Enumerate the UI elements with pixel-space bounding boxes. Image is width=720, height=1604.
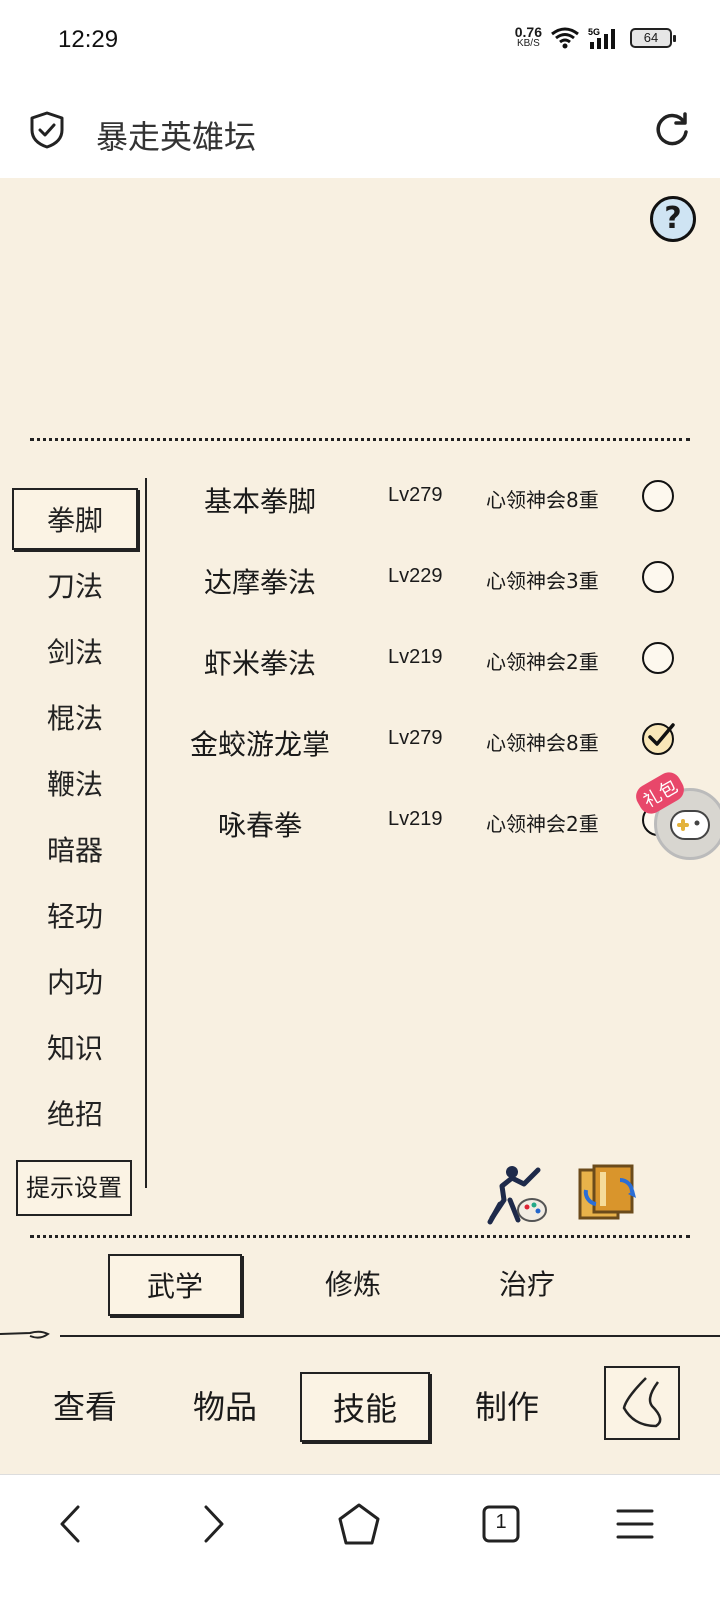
browser-header: 暴走英雄坛: [0, 82, 720, 178]
nav-items[interactable]: 物品: [160, 1372, 290, 1442]
game-back-button[interactable]: [604, 1366, 680, 1440]
tabs-button[interactable]: 1: [476, 1499, 526, 1549]
nav-craft[interactable]: 制作: [442, 1372, 572, 1442]
category-tab-neigong[interactable]: 内功: [12, 952, 138, 1014]
skill-level: Lv219: [388, 646, 443, 668]
battery-indicator: 64: [630, 28, 676, 48]
nav-skills[interactable]: 技能: [300, 1372, 430, 1442]
skill-level: Lv279: [388, 484, 443, 506]
tip-settings-button[interactable]: 提示设置: [16, 1160, 132, 1216]
skill-rank: 心领神会8重: [486, 488, 599, 512]
category-tab-zhishi[interactable]: 知识: [12, 1018, 138, 1080]
brush-back-icon: [622, 1377, 662, 1428]
sidebar-divider: [145, 478, 147, 1188]
home-icon[interactable]: [334, 1499, 384, 1549]
shield-check-icon: [30, 111, 64, 149]
subtab-xiulian[interactable]: 修炼: [286, 1254, 420, 1316]
clock: 12:29: [58, 26, 119, 53]
tab-count: 1: [495, 1511, 507, 1533]
book-exchange-icon[interactable]: [576, 1160, 640, 1222]
skill-name: 达摩拳法: [203, 566, 316, 599]
network-speed-value: 0.76: [514, 24, 542, 40]
category-tab-quanjiao[interactable]: 拳脚: [12, 488, 138, 550]
game-panel: ? 拳脚 刀法 剑法 棍法 鞭法 暗器 轻功 内功 知识 绝招 提示设置 基本拳…: [0, 178, 720, 1374]
back-icon[interactable]: [46, 1499, 96, 1549]
category-tab-anqi[interactable]: 暗器: [12, 820, 138, 882]
status-icons: 0.76 KB/S 5G 64: [514, 24, 676, 50]
skill-name: 咏春拳: [217, 809, 302, 842]
skill-row[interactable]: 咏春拳 Lv219 心领神会2重: [160, 792, 700, 852]
game-bottom-nav: 查看 物品 技能 制作: [0, 1344, 720, 1474]
skill-rank: 心领神会3重: [486, 569, 599, 593]
skill-select-radio-checked[interactable]: [642, 723, 675, 755]
browser-nav-bar: 1: [0, 1474, 720, 1604]
category-tab-qinggong[interactable]: 轻功: [12, 886, 138, 948]
menu-icon[interactable]: [610, 1499, 660, 1549]
skill-level: Lv219: [388, 808, 443, 830]
reload-icon[interactable]: [652, 110, 692, 150]
network-speed: 0.76 KB/S: [514, 24, 542, 49]
svg-text:5G: 5G: [588, 27, 600, 37]
skill-row[interactable]: 基本拳脚 Lv279 心领神会8重: [160, 468, 700, 528]
gift-pack-button[interactable]: 礼包: [631, 768, 720, 860]
dotted-divider-top: [30, 438, 690, 441]
nav-view[interactable]: 查看: [20, 1372, 150, 1442]
help-button[interactable]: ?: [650, 196, 696, 242]
wifi-icon: [551, 27, 579, 49]
skill-row[interactable]: 金蛟游龙掌 Lv279 心领神会8重: [160, 711, 700, 771]
skill-level: Lv229: [388, 565, 443, 587]
dotted-divider-bottom: [30, 1235, 690, 1238]
signal-5g-icon: 5G: [588, 27, 615, 49]
skill-name: 金蛟游龙掌: [189, 728, 330, 761]
ink-brush-divider: [0, 1330, 720, 1339]
skill-row[interactable]: 达摩拳法 Lv229 心领神会3重: [160, 549, 700, 609]
category-tab-jianfa[interactable]: 剑法: [12, 622, 138, 684]
checkmark-icon: [648, 723, 675, 746]
category-tab-bianfa[interactable]: 鞭法: [12, 754, 138, 816]
subtab-wuxue[interactable]: 武学: [108, 1254, 242, 1316]
skill-select-radio[interactable]: [642, 480, 674, 512]
skill-rank: 心领神会2重: [486, 812, 599, 836]
skill-name: 虾米拳法: [203, 647, 316, 680]
category-tab-daofa[interactable]: 刀法: [12, 556, 138, 618]
skill-select-radio[interactable]: [642, 561, 674, 593]
skill-row[interactable]: 虾米拳法 Lv219 心领神会2重: [160, 630, 700, 690]
category-tab-gunfa[interactable]: 棍法: [12, 688, 138, 750]
page-title: 暴走英雄坛: [96, 118, 257, 156]
character-palette-icon[interactable]: [484, 1160, 548, 1226]
skill-rank: 心领神会2重: [486, 650, 599, 674]
skill-select-radio[interactable]: [642, 642, 674, 674]
forward-icon[interactable]: [188, 1499, 238, 1549]
status-bar: 12:29 0.76 KB/S 5G 64: [0, 0, 720, 82]
subtab-zhiliao[interactable]: 治疗: [460, 1254, 594, 1316]
skill-name: 基本拳脚: [203, 485, 316, 518]
network-speed-unit: KB/S: [516, 38, 540, 49]
skill-level: Lv279: [388, 727, 443, 749]
skill-rank: 心领神会8重: [486, 731, 599, 755]
category-tab-juezhao[interactable]: 绝招: [12, 1084, 138, 1146]
